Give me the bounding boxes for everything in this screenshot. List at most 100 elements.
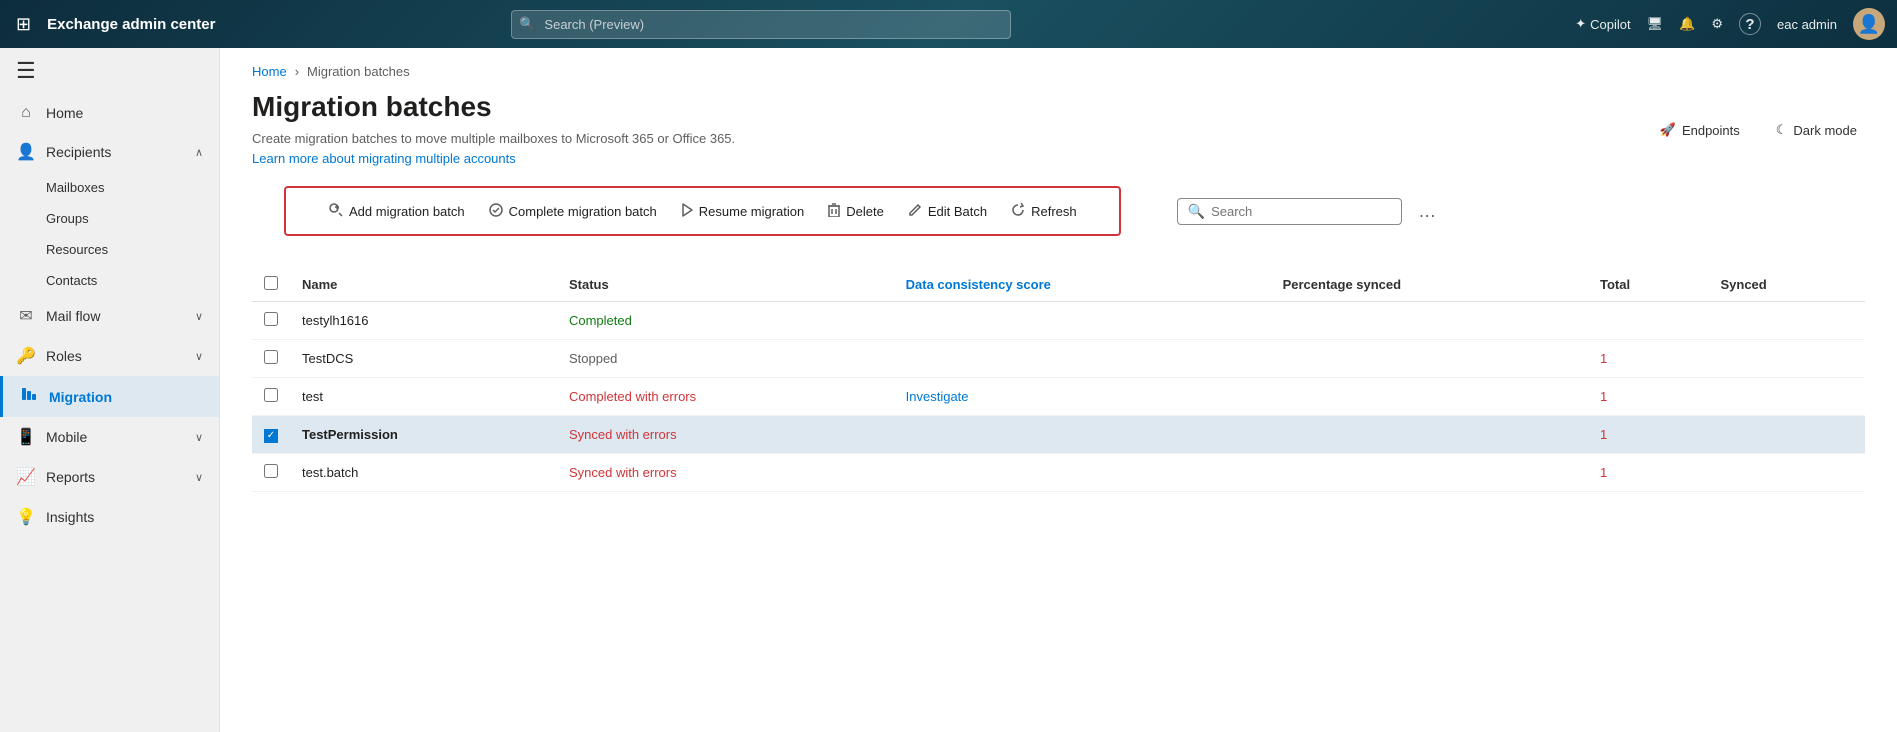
- sidebar-item-reports[interactable]: 📈 Reports ∨: [0, 457, 219, 497]
- row-status: Synced with errors: [557, 453, 894, 491]
- bell-icon-button[interactable]: 🔔: [1679, 16, 1695, 32]
- insights-icon: 💡: [16, 507, 36, 527]
- table-container: Name Status Data consistency score Perce…: [220, 252, 1897, 732]
- copilot-button[interactable]: ✦ Copilot: [1575, 16, 1630, 32]
- table-row[interactable]: TestDCSStopped1: [252, 340, 1865, 378]
- table-row[interactable]: testylh1616Completed: [252, 302, 1865, 340]
- row-synced: [1708, 416, 1865, 454]
- add-batch-icon: [328, 202, 343, 220]
- monitor-icon-button[interactable]: 🖥: [1647, 16, 1664, 32]
- sidebar-item-mailflow[interactable]: ✉ Mail flow ∨: [0, 296, 219, 336]
- col-header-data-score[interactable]: Data consistency score: [894, 268, 1271, 302]
- resume-migration-button[interactable]: Resume migration: [671, 197, 815, 226]
- top-bar-actions: ✦ Copilot 🖥 🔔 ⚙ ? eac admin 👤: [1575, 8, 1885, 40]
- endpoints-label: Endpoints: [1682, 123, 1740, 138]
- endpoints-icon: 🚀: [1660, 122, 1676, 138]
- recipients-icon: 👤: [16, 142, 36, 162]
- user-info[interactable]: eac admin: [1777, 17, 1837, 32]
- row-name: TestDCS: [290, 340, 557, 378]
- row-checkbox[interactable]: ✓: [264, 429, 278, 443]
- row-total: 1: [1588, 378, 1708, 416]
- col-header-synced[interactable]: Synced: [1708, 268, 1865, 302]
- row-status: Synced with errors: [557, 416, 894, 454]
- row-synced: [1708, 340, 1865, 378]
- row-checkbox[interactable]: [264, 312, 278, 326]
- col-header-status[interactable]: Status: [557, 268, 894, 302]
- toolbar-more-button[interactable]: …: [1410, 197, 1444, 226]
- grid-icon[interactable]: ⊞: [12, 10, 35, 39]
- learn-more-link[interactable]: Learn more about migrating multiple acco…: [252, 151, 516, 166]
- chevron-down-icon: ∨: [195, 310, 203, 323]
- row-pct-synced: [1271, 302, 1588, 340]
- refresh-icon: [1011, 203, 1025, 220]
- sidebar-item-home[interactable]: ⌂ Home: [0, 94, 219, 132]
- row-data-score: [894, 416, 1271, 454]
- dark-mode-icon: ☾: [1776, 122, 1788, 138]
- add-migration-batch-button[interactable]: Add migration batch: [318, 196, 475, 226]
- col-header-total[interactable]: Total: [1588, 268, 1708, 302]
- row-checkbox-cell: [252, 340, 290, 378]
- refresh-button[interactable]: Refresh: [1001, 197, 1087, 226]
- row-data-score: [894, 302, 1271, 340]
- monitor-icon: 🖥: [1647, 16, 1664, 32]
- row-checkbox-cell: [252, 302, 290, 340]
- sidebar-label-mobile: Mobile: [46, 429, 87, 445]
- dark-mode-label: Dark mode: [1793, 123, 1857, 138]
- page-title: Migration batches: [252, 91, 1865, 123]
- row-data-score: [894, 340, 1271, 378]
- chevron-down-icon-mobile: ∨: [195, 431, 203, 444]
- content-header: Home › Migration batches Migration batch…: [220, 48, 1897, 186]
- sidebar-item-roles[interactable]: 🔑 Roles ∨: [0, 336, 219, 376]
- row-checkbox-cell: [252, 453, 290, 491]
- sidebar-item-mobile[interactable]: 📱 Mobile ∨: [0, 417, 219, 457]
- table-row[interactable]: test.batchSynced with errors1: [252, 453, 1865, 491]
- row-status: Completed: [557, 302, 894, 340]
- breadcrumb-separator: ›: [295, 64, 299, 79]
- roles-icon: 🔑: [16, 346, 36, 366]
- top-bar: ⊞ Exchange admin center 🔍 ✦ Copilot 🖥 🔔 …: [0, 0, 1897, 48]
- sidebar-label-mailboxes: Mailboxes: [46, 180, 105, 195]
- col-header-pct-synced[interactable]: Percentage synced: [1271, 268, 1588, 302]
- row-total: 1: [1588, 340, 1708, 378]
- sidebar-collapse-button[interactable]: ☰: [0, 48, 219, 94]
- avatar[interactable]: 👤: [1853, 8, 1885, 40]
- mailflow-icon: ✉: [16, 306, 36, 326]
- top-search-input[interactable]: [511, 10, 1011, 39]
- chevron-up-icon: ∧: [195, 146, 203, 159]
- sidebar-item-mailboxes[interactable]: Mailboxes: [0, 172, 219, 203]
- dark-mode-button[interactable]: ☾ Dark mode: [1768, 118, 1865, 142]
- table-row[interactable]: ✓TestPermissionSynced with errors1: [252, 416, 1865, 454]
- toolbar-search-input[interactable]: [1211, 204, 1391, 219]
- row-pct-synced: [1271, 453, 1588, 491]
- row-total: 1: [1588, 416, 1708, 454]
- toolbar-search-container: 🔍: [1177, 198, 1402, 225]
- top-search-icon: 🔍: [519, 16, 535, 32]
- help-icon-button[interactable]: ?: [1739, 13, 1761, 35]
- complete-migration-batch-button[interactable]: Complete migration batch: [479, 197, 667, 226]
- delete-button[interactable]: Delete: [818, 197, 894, 226]
- table-row[interactable]: testCompleted with errorsInvestigate1: [252, 378, 1865, 416]
- mobile-icon: 📱: [16, 427, 36, 447]
- col-header-name[interactable]: Name: [290, 268, 557, 302]
- sidebar-item-groups[interactable]: Groups: [0, 203, 219, 234]
- sidebar-item-resources[interactable]: Resources: [0, 234, 219, 265]
- sidebar-item-recipients[interactable]: 👤 Recipients ∧: [0, 132, 219, 172]
- endpoints-button[interactable]: 🚀 Endpoints: [1652, 118, 1748, 142]
- breadcrumb-home-link[interactable]: Home: [252, 64, 287, 79]
- resume-migration-icon: [681, 203, 693, 220]
- edit-batch-button[interactable]: Edit Batch: [898, 197, 997, 226]
- row-synced: [1708, 378, 1865, 416]
- sidebar-label-contacts: Contacts: [46, 273, 97, 288]
- investigate-link[interactable]: Investigate: [906, 389, 969, 404]
- sidebar-item-insights[interactable]: 💡 Insights: [0, 497, 219, 537]
- gear-icon-button[interactable]: ⚙: [1711, 16, 1723, 32]
- row-checkbox[interactable]: [264, 350, 278, 364]
- edit-batch-label: Edit Batch: [928, 204, 987, 219]
- row-checkbox[interactable]: [264, 388, 278, 402]
- add-migration-batch-label: Add migration batch: [349, 204, 465, 219]
- sidebar-item-migration[interactable]: Migration: [0, 376, 219, 417]
- row-checkbox[interactable]: [264, 464, 278, 478]
- row-pct-synced: [1271, 340, 1588, 378]
- sidebar-item-contacts[interactable]: Contacts: [0, 265, 219, 296]
- select-all-checkbox[interactable]: [264, 276, 278, 290]
